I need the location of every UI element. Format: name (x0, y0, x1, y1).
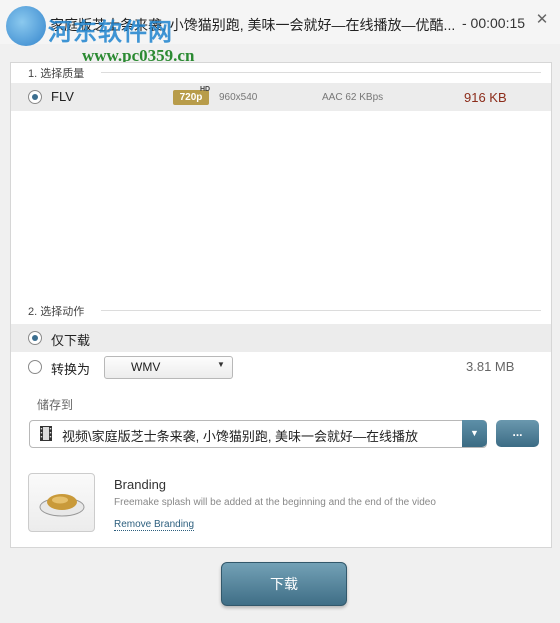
convert-format-value: WMV (131, 360, 161, 374)
download-only-row[interactable]: 仅下载 (11, 324, 551, 352)
remove-branding-link[interactable]: Remove Branding (114, 519, 195, 531)
save-path-input[interactable]: 视频\家庭版芝士条来袭, 小馋猫别跑, 美味一会就好—在线播放 (29, 420, 487, 448)
download-button[interactable]: 下载 (221, 562, 347, 606)
resolution-text: 960x540 (219, 92, 258, 103)
video-duration: - 00:00:15 (462, 15, 526, 31)
browse-button[interactable]: ... (496, 420, 539, 447)
action-section-label: 2. 选择动作 (28, 306, 85, 318)
title-bar: 家庭版芝士条来袭, 小馋猫别跑, 美味一会就好—在线播放—优酷... 河东软件网… (0, 0, 560, 46)
branding-icon (39, 494, 85, 517)
chevron-down-icon: ▼ (217, 360, 225, 369)
action-divider (101, 310, 541, 311)
watermark-logo-icon (6, 6, 46, 46)
options-panel: 1. 选择质量 FLV 720p HD 960x540 AAC 62 KBps … (10, 62, 552, 548)
format-label: FLV (51, 89, 74, 104)
save-to-label: 储存到 (37, 398, 74, 412)
download-only-label: 仅下载 (51, 333, 91, 348)
converted-size: 3.81 MB (466, 359, 515, 374)
save-path-dropdown-button[interactable]: ▼ (462, 420, 487, 447)
quality-option-row[interactable]: FLV 720p HD 960x540 AAC 62 KBps 916 KB (11, 83, 551, 111)
branding-title: Branding (114, 477, 167, 492)
file-size: 916 KB (464, 90, 507, 105)
convert-label: 转换为 (51, 362, 91, 377)
watermark-brand: 河东软件网 (48, 17, 173, 46)
close-button[interactable]: ✕ (532, 10, 552, 30)
save-path-value: 视频\家庭版芝士条来袭, 小馋猫别跑, 美味一会就好—在线播放 (62, 429, 419, 444)
quality-divider (101, 72, 541, 73)
audio-info: AAC 62 KBps (322, 92, 384, 103)
chevron-down-icon: ▼ (470, 428, 479, 438)
hd-badge: HD (200, 86, 211, 93)
quality-radio[interactable] (28, 90, 42, 104)
quality-section-label: 1. 选择质量 (28, 68, 85, 80)
download-only-radio[interactable] (28, 331, 42, 345)
film-icon (40, 426, 52, 444)
branding-thumbnail (28, 473, 95, 532)
branding-description: Freemake splash will be added at the beg… (114, 497, 436, 508)
convert-radio[interactable] (28, 360, 42, 374)
convert-format-select[interactable]: WMV ▼ (104, 356, 233, 379)
